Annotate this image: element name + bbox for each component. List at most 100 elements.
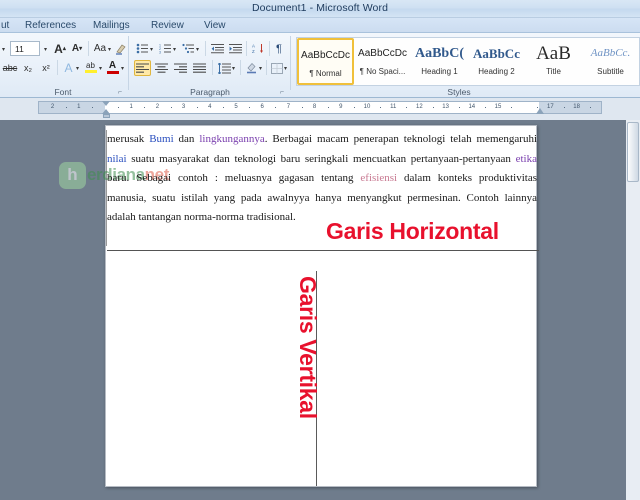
text-effects-label: A (64, 60, 73, 75)
highlight-icon[interactable]: ab (83, 59, 98, 76)
scrollbar-thumb[interactable] (627, 122, 639, 182)
multilevel-caret-icon[interactable]: ▾ (196, 46, 199, 53)
subscript-icon[interactable]: x₂ (20, 60, 36, 75)
left-indent-marker[interactable] (103, 114, 110, 118)
bullets-caret-icon[interactable]: ▾ (150, 46, 153, 53)
change-case-icon[interactable]: Aa (91, 41, 109, 56)
styles-group-label: Styles (447, 87, 471, 97)
group-separator-1 (128, 36, 129, 90)
horizontal-ruler[interactable]: 2 1 1 2 3 4 5 6 7 8 9 10 11 12 13 14 15 17 18 (38, 101, 602, 118)
ruler-tick-dot (275, 107, 277, 108)
text-run: merusak (107, 133, 150, 145)
ruler-tick-dot (222, 107, 224, 108)
style-preview: AaBbC( (414, 46, 464, 61)
tab-review[interactable]: Review (148, 19, 187, 32)
ruler-tick-label: 4 (208, 104, 212, 110)
font-color-label: A (108, 60, 117, 71)
font-name-caret-icon[interactable]: ▾ (2, 46, 5, 53)
ruler-tick-dot (563, 107, 565, 108)
clear-formatting-icon[interactable] (114, 41, 128, 56)
style-name: Heading 2 (478, 67, 515, 76)
show-formatting-marks-icon[interactable]: ¶ (272, 41, 286, 56)
hyperlink-nilai[interactable]: nilai (107, 153, 127, 165)
tab-page-layout[interactable]: ut (0, 19, 12, 32)
document-body-text[interactable]: merusak Bumi dan lingkungannya. Berbagai… (107, 130, 537, 228)
font-size-caret-icon[interactable]: ▾ (44, 46, 47, 53)
first-line-indent-marker[interactable] (102, 101, 110, 106)
style-item-no-spacing[interactable]: AaBbCcDc ¶ No Spaci... (354, 38, 411, 85)
ruler-tick-label: 17 (547, 104, 554, 110)
ruler-tick-dot (458, 107, 460, 108)
align-center-icon[interactable] (153, 60, 170, 76)
ruler-tick-dot (144, 107, 146, 108)
ruler-tick-dot (484, 107, 486, 108)
paragraph-1: merusak Bumi dan lingkungannya. Berbagai… (107, 130, 537, 228)
align-right-icon[interactable] (172, 60, 189, 76)
font-color-caret-icon[interactable]: ▾ (121, 65, 124, 72)
ruler-area: 2 1 1 2 3 4 5 6 7 8 9 10 11 12 13 14 15 17 18 (0, 98, 640, 120)
highlight-caret-icon[interactable]: ▾ (99, 65, 102, 72)
ruler-tick-dot (91, 107, 93, 108)
annotation-garis-vertikal: Garis Vertikal (295, 276, 321, 419)
change-case-caret-icon[interactable]: ▾ (108, 46, 111, 53)
hyperlink-etika[interactable]: etika (516, 153, 537, 165)
hyperlink-lingkungannya[interactable]: lingkungannya (199, 133, 264, 145)
bullets-icon[interactable] (134, 41, 150, 56)
line-spacing-icon[interactable] (216, 60, 232, 76)
ruler-tick-label: 18 (573, 104, 580, 110)
text-run: . Berbagai macam penerapan teknologi tel… (264, 133, 538, 145)
shading-caret-icon[interactable]: ▾ (259, 65, 262, 72)
decrease-indent-icon[interactable] (209, 41, 225, 56)
ruler-tick-dot (406, 107, 408, 108)
highlight-label: ab (86, 61, 95, 70)
vertical-scrollbar[interactable] (626, 120, 640, 500)
ruler-tick-dot (196, 107, 198, 108)
change-case-label: Aa (93, 43, 107, 54)
ruler-tick-label: 13 (442, 104, 449, 110)
svg-text:3: 3 (159, 50, 161, 54)
font-divider-1 (88, 41, 89, 56)
numbering-icon[interactable]: 123 (157, 41, 173, 56)
sort-icon[interactable]: AZ (250, 41, 266, 56)
paragraph-dialog-launcher[interactable]: ⌐ (280, 89, 284, 96)
font-size-combo[interactable]: 11 (10, 41, 40, 56)
tab-references[interactable]: References (22, 19, 79, 32)
highlight-swatch (84, 70, 97, 73)
style-item-heading-1[interactable]: AaBbC( Heading 1 (411, 38, 468, 85)
line-spacing-caret-icon[interactable]: ▾ (232, 65, 235, 72)
justify-icon[interactable] (191, 60, 208, 76)
font-group-label: Font (54, 87, 72, 97)
align-left-icon[interactable] (134, 60, 151, 76)
borders-icon[interactable] (269, 60, 284, 76)
font-dialog-launcher[interactable]: ⌐ (118, 89, 122, 96)
style-item-title[interactable]: AaB Title (525, 38, 582, 85)
superscript-label: x² (42, 62, 50, 73)
numbering-caret-icon[interactable]: ▾ (173, 46, 176, 53)
grow-font-icon[interactable]: A ▴ (52, 41, 68, 56)
shrink-font-icon[interactable]: A ▾ (69, 41, 85, 56)
strikethrough-icon[interactable]: abc (2, 60, 18, 75)
text-effects-caret-icon[interactable]: ▾ (76, 65, 79, 72)
style-name: Subtitle (597, 67, 624, 76)
font-color-icon[interactable]: A (105, 59, 120, 76)
document-page[interactable]: h erdiananet merusak Bumi dan lingkungan… (59, 125, 539, 487)
hyperlink-efisiensi[interactable]: efisiensi (360, 172, 397, 184)
hyperlink-bumi[interactable]: Bumi (149, 133, 173, 145)
increase-indent-icon[interactable] (227, 41, 243, 56)
paragraph-divider-3 (269, 41, 270, 56)
paragraph-divider-6 (266, 60, 267, 75)
styles-gallery[interactable]: AaBbCcDc ¶ Normal AaBbCcDc ¶ No Spaci...… (296, 37, 640, 86)
tab-view[interactable]: View (201, 19, 229, 32)
tab-mailings[interactable]: Mailings (90, 19, 133, 32)
style-item-subtitle[interactable]: AaBbCc. Subtitle (582, 38, 639, 85)
horizontal-line-shape[interactable] (107, 250, 539, 251)
borders-caret-icon[interactable]: ▾ (284, 65, 287, 72)
text-effects-icon[interactable]: A (61, 60, 76, 75)
shading-icon[interactable] (243, 60, 259, 76)
style-preview: AaBbCcDc (358, 48, 407, 59)
style-item-normal[interactable]: AaBbCcDc ¶ Normal (297, 38, 354, 85)
style-item-heading-2[interactable]: AaBbCc Heading 2 (468, 38, 525, 85)
multilevel-list-icon[interactable] (180, 41, 196, 56)
superscript-icon[interactable]: x² (38, 60, 54, 75)
right-indent-marker[interactable] (536, 108, 544, 114)
